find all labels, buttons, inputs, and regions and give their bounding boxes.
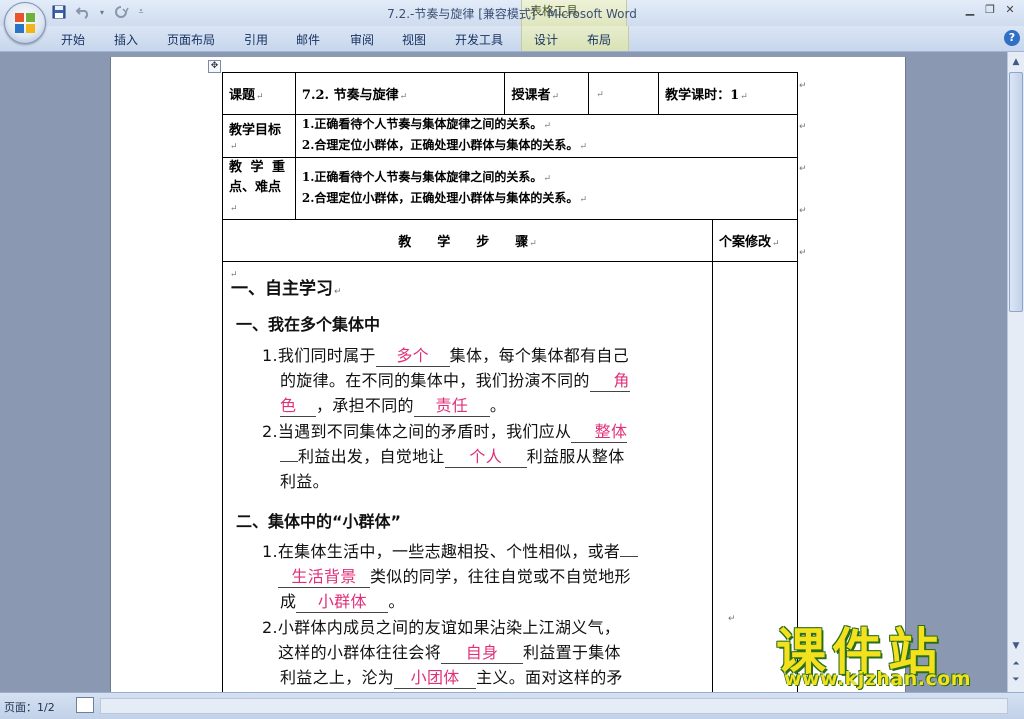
q4-line-2: 这样的小群体往往会将 自身 利益置于集体: [278, 639, 621, 664]
minimize-icon[interactable]: ▁: [962, 3, 978, 17]
key-points-label-line-2: 点、难点↵: [229, 180, 282, 214]
goal-label-cell[interactable]: 教学目标↵: [222, 114, 296, 158]
q4-line-1: 2.小群体内成员之间的友谊如果沾染上江湖义气，: [262, 618, 621, 637]
q1-line-1: 1.我们同时属于 多个 集体，每个集体都有自己: [262, 342, 629, 367]
answer-blank[interactable]: 整体: [571, 418, 628, 443]
table-row-topic: 课题↵ 7.2. 节奏与旋律↵ 授课者↵ ↵ 教学课时：1↵: [222, 72, 798, 115]
ribbon-tab-bar: 开始 插入 页面布局 引用 邮件 审阅 视图 开发工具 设计 布局: [0, 26, 1024, 52]
row-end-mark: ↵: [799, 248, 807, 258]
answer-blank-cont: [620, 556, 639, 557]
key-points-label-cell[interactable]: 教 学 重 点、难点↵: [222, 157, 296, 220]
row-end-mark: ↵: [799, 164, 807, 174]
answer-blank-cont: [280, 461, 298, 462]
key-line-2: 2.合理定位小群体，正确处理小群体与集体的关系。↵: [301, 190, 587, 205]
teacher-value-cell[interactable]: ↵: [588, 72, 660, 115]
topic-value: 7.2. 节奏与旋律: [301, 88, 399, 103]
key-line-1: 1.正确看待个人节奏与集体旋律之间的关系。↵: [301, 169, 551, 184]
key-points-content-cell[interactable]: 1.正确看待个人节奏与集体旋律之间的关系。↵ 2.合理定位小群体，正确处理小群体…: [294, 157, 799, 220]
scroll-down-arrow-icon[interactable]: ▼: [1008, 638, 1024, 654]
vertical-scrollbar[interactable]: ▲ ▼ ⏶ ⏷: [1007, 52, 1024, 692]
previous-page-icon[interactable]: ⏶: [1008, 656, 1024, 672]
answer-blank[interactable]: 色: [280, 392, 316, 417]
topic-label: 课题: [229, 88, 256, 103]
revise-header: 个案修改: [719, 235, 772, 250]
table-row-goal: 教学目标↵ 1.正确看待个人节奏与集体旋律之间的关系。↵ 2.合理定位小群体，正…: [222, 114, 799, 158]
tab-home[interactable]: 开始: [61, 31, 85, 48]
hours-label: 教学课时：1: [665, 88, 740, 103]
scroll-up-arrow-icon[interactable]: ▲: [1008, 54, 1024, 70]
tab-review[interactable]: 审阅: [350, 31, 374, 48]
q4-line-3: 利益之上，沦为 小团体 主义。面对这样的矛: [280, 664, 623, 689]
close-icon[interactable]: ✕: [1002, 3, 1018, 17]
topic-label-cell[interactable]: 课题↵: [222, 72, 296, 115]
tab-developer[interactable]: 开发工具: [455, 31, 503, 48]
sub1-title: 一、我在多个集体中: [236, 315, 381, 334]
steps-header: 教 学 步 骤: [398, 235, 529, 250]
tab-mailings[interactable]: 邮件: [296, 31, 320, 48]
cell-end-mark: ↵: [728, 614, 736, 624]
tab-view[interactable]: 视图: [402, 31, 426, 48]
tab-references[interactable]: 引用: [244, 31, 268, 48]
tab-table-layout[interactable]: 布局: [587, 31, 611, 48]
q2-line-1: 2.当遇到不同集体之间的矛盾时，我们应从 整体: [262, 418, 628, 443]
row-end-mark: ↵: [799, 81, 807, 91]
table-move-handle-icon[interactable]: ✥: [208, 60, 221, 73]
scroll-thumb[interactable]: [1009, 72, 1023, 312]
proofing-icon[interactable]: [76, 697, 94, 713]
office-logo-icon: [15, 13, 35, 33]
q3-line-3: 成小群体。: [280, 588, 405, 613]
answer-blank[interactable]: 个人: [444, 443, 527, 468]
goal-line-1: 1.正确看待个人节奏与集体旋律之间的关系。↵: [301, 117, 551, 131]
tab-table-design[interactable]: 设计: [534, 31, 558, 48]
table-row-key-points: 教 学 重 点、难点↵ 1.正确看待个人节奏与集体旋律之间的关系。↵ 2.合理定…: [222, 157, 799, 220]
section1-title: 一、自主学习↵: [231, 279, 342, 299]
answer-blank[interactable]: 小团体: [394, 664, 477, 689]
hours-cell[interactable]: 教学课时：1↵: [658, 72, 798, 115]
app-name: Microsoft Word: [547, 7, 637, 21]
key-points-label-line-1: 教 学 重: [229, 160, 288, 175]
answer-blank[interactable]: 责任: [413, 392, 490, 417]
title-separator: -: [535, 7, 548, 21]
sub2-title: 二、集体中的“小群体”: [236, 512, 402, 531]
answer-blank[interactable]: 小群体: [296, 588, 389, 613]
answer-blank[interactable]: 角: [589, 367, 630, 392]
answer-blank[interactable]: 自身: [441, 639, 524, 664]
steps-header-cell[interactable]: 教 学 步 骤↵: [222, 219, 713, 262]
document-area[interactable]: ✥ 课题↵ 7.2. 节奏与旋律↵ 授课者↵ ↵ 教学课时：1↵ 教学目标↵ 1…: [0, 52, 1008, 692]
q2-line-2: 利益出发，自觉地让 个人 利益服从整体: [280, 443, 625, 468]
watermark-logo: 课件站 www.kjzhan.com: [776, 612, 1008, 692]
revise-header-cell[interactable]: 个案修改↵: [712, 219, 798, 262]
horizontal-scrollbar[interactable]: [100, 698, 1008, 714]
office-button[interactable]: [4, 2, 46, 44]
teacher-label-cell[interactable]: 授课者↵: [504, 72, 590, 115]
tab-page-layout[interactable]: 页面布局: [167, 31, 215, 48]
row-end-mark: ↵: [799, 122, 807, 132]
next-page-icon[interactable]: ⏷: [1008, 672, 1024, 688]
answer-blank[interactable]: 生活背景: [278, 563, 370, 588]
status-bar: 页面：1/2: [0, 692, 1024, 719]
goal-content-cell[interactable]: 1.正确看待个人节奏与集体旋律之间的关系。↵ 2.合理定位小群体，正确处理小群体…: [294, 114, 799, 158]
topic-value-cell[interactable]: 7.2. 节奏与旋律↵: [294, 72, 506, 115]
goal-label: 教学目标: [229, 123, 282, 138]
document-title: 7.2.-节奏与旋律 [兼容模式]: [387, 7, 536, 21]
answer-blank[interactable]: 多个: [375, 342, 450, 367]
q3-line-1: 1.在集体生活中，一些志趣相投、个性相似，或者: [262, 538, 639, 562]
window-title: 7.2.-节奏与旋律 [兼容模式] - Microsoft Word: [0, 5, 1024, 22]
q2-line-3: 利益。: [280, 472, 329, 491]
goal-line-2: 2.合理定位小群体，正确处理小群体与集体的关系。↵: [301, 138, 587, 152]
tab-insert[interactable]: 插入: [114, 31, 138, 48]
help-icon[interactable]: ?: [1004, 30, 1020, 46]
watermark-url: www.kjzhan.com: [784, 668, 972, 690]
q3-line-2: 生活背景 类似的同学，往往自觉或不自觉地形: [278, 563, 631, 588]
q1-line-3: 色，承担不同的 责任。: [280, 392, 506, 417]
restore-icon[interactable]: ❐: [982, 3, 998, 17]
page-indicator[interactable]: 页面：1/2: [4, 699, 55, 715]
q1-line-2: 的旋律。在不同的集体中，我们扮演不同的角: [280, 367, 630, 392]
title-bar: ▾ ⩡ 表格工具 7.2.-节奏与旋律 [兼容模式] - Microsoft W…: [0, 0, 1024, 27]
row-end-mark: ↵: [799, 206, 807, 216]
teacher-label: 授课者: [511, 88, 551, 103]
window-controls: ▁ ❐ ✕: [962, 3, 1018, 17]
table-row-steps-header: 教 学 步 骤↵ 个案修改↵: [222, 219, 798, 262]
